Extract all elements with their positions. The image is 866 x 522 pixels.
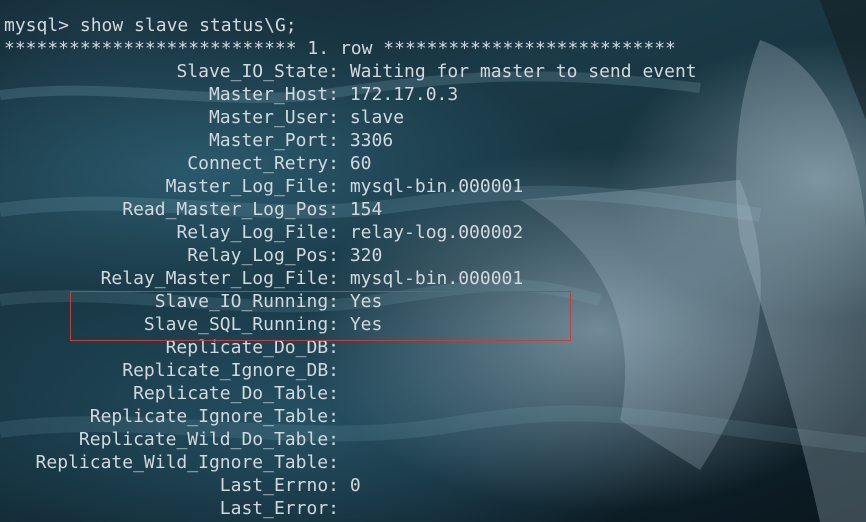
field-value: slave xyxy=(349,107,405,128)
field-value: relay-log.000002 xyxy=(349,222,524,243)
status-row: Master_User: slave xyxy=(4,106,697,129)
field-value: mysql-bin.000001 xyxy=(349,268,524,289)
status-row: Master_Host: 172.17.0.3 xyxy=(4,83,697,106)
status-row: Relay_Master_Log_File: mysql-bin.000001 xyxy=(4,267,697,290)
field-name: Master_User: xyxy=(208,107,339,128)
status-row: Replicate_Ignore_Table: xyxy=(4,405,697,428)
status-row: Slave_IO_State: Waiting for master to se… xyxy=(4,60,697,83)
field-value: mysql-bin.000001 xyxy=(349,176,524,197)
field-name: Master_Host: xyxy=(208,84,339,105)
field-name: Relay_Log_File: xyxy=(176,222,339,243)
field-value: 60 xyxy=(349,153,372,174)
prompt: mysql> xyxy=(4,15,70,36)
status-row: Relay_Log_File: relay-log.000002 xyxy=(4,221,697,244)
terminal-output: mysql> show slave status\G; ************… xyxy=(4,14,697,520)
field-name: Connect_Retry: xyxy=(187,153,339,174)
field-value: Waiting for master to send event xyxy=(349,61,697,82)
command-text: show slave status\G; xyxy=(79,15,297,36)
field-name: Master_Log_File: xyxy=(165,176,339,197)
field-value: 172.17.0.3 xyxy=(349,84,459,105)
status-row: Master_Port: 3306 xyxy=(4,129,697,152)
field-name: Replicate_Ignore_DB: xyxy=(122,360,339,381)
field-value: 154 xyxy=(349,199,383,220)
field-name: Replicate_Wild_Do_Table: xyxy=(78,429,339,450)
terminal-window[interactable]: mysql> show slave status\G; ************… xyxy=(0,0,866,522)
status-row: Replicate_Ignore_DB: xyxy=(4,359,697,382)
status-row: Relay_Log_Pos: 320 xyxy=(4,244,697,267)
status-row: Read_Master_Log_Pos: 154 xyxy=(4,198,697,221)
status-row: Replicate_Do_Table: xyxy=(4,382,697,405)
status-row: Last_Error: xyxy=(4,497,697,520)
field-value: 3306 xyxy=(349,130,394,151)
running-status-highlight-box xyxy=(70,291,571,341)
field-name: Read_Master_Log_Pos: xyxy=(122,199,339,220)
field-name: Replicate_Ignore_Table: xyxy=(89,406,339,427)
status-row: Last_Errno: 0 xyxy=(4,474,697,497)
field-name: Replicate_Wild_Ignore_Table: xyxy=(35,452,339,473)
field-name: Relay_Master_Log_File: xyxy=(100,268,339,289)
field-name: Slave_IO_State: xyxy=(176,61,339,82)
status-row: Replicate_Wild_Ignore_Table: xyxy=(4,451,697,474)
status-row: Master_Log_File: mysql-bin.000001 xyxy=(4,175,697,198)
field-value: 320 xyxy=(349,245,383,266)
status-row: Replicate_Wild_Do_Table: xyxy=(4,428,697,451)
field-value: 0 xyxy=(349,475,361,496)
field-name: Master_Port: xyxy=(208,130,339,151)
row-header: *************************** 1. row *****… xyxy=(4,38,676,59)
field-name: Last_Error: xyxy=(219,498,339,519)
status-row: Connect_Retry: 60 xyxy=(4,152,697,175)
field-name: Last_Errno: xyxy=(219,475,339,496)
command-line: mysql> show slave status\G; xyxy=(4,14,697,37)
field-name: Relay_Log_Pos: xyxy=(187,245,339,266)
field-name: Replicate_Do_Table: xyxy=(133,383,339,404)
